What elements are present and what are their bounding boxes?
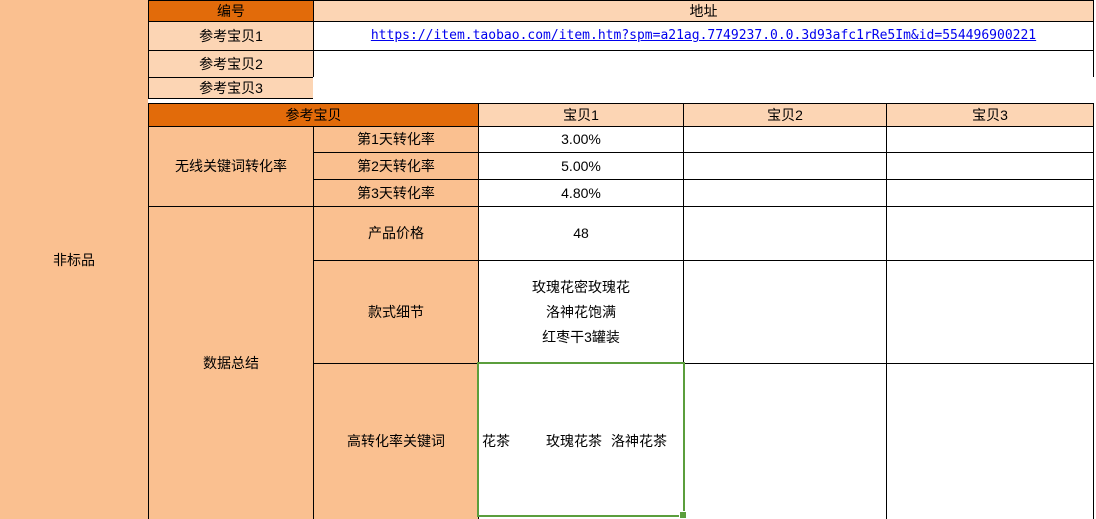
keyword-item2-cell[interactable] [683, 363, 887, 519]
day1-item1-cell[interactable]: 3.00% [478, 126, 684, 153]
selection-fill-handle[interactable] [679, 511, 687, 519]
address-header-cell[interactable]: 地址 [313, 0, 1094, 22]
day3-item2-cell[interactable] [683, 179, 887, 207]
keyword-item3-cell[interactable] [886, 363, 1094, 519]
ref-item3-label-cell[interactable]: 参考宝贝3 [148, 77, 314, 99]
ref-item2-label-cell[interactable]: 参考宝贝2 [148, 50, 314, 78]
item1-header-cell[interactable]: 宝贝1 [478, 103, 684, 127]
ref-header-cell[interactable]: 参考宝贝 [148, 103, 479, 127]
day1-item3-cell[interactable] [886, 126, 1094, 153]
price-item1-cell[interactable]: 48 [478, 206, 684, 261]
style-line-1: 玫瑰花密玫瑰花 [532, 275, 630, 300]
price-item2-cell[interactable] [683, 206, 887, 261]
style-line-3: 红枣干3罐装 [542, 325, 620, 350]
day3-item1-cell[interactable]: 4.80% [478, 179, 684, 207]
price-item3-cell[interactable] [886, 206, 1094, 261]
day3-item3-cell[interactable] [886, 179, 1094, 207]
day1-label-cell[interactable]: 第1天转化率 [313, 126, 479, 153]
wireless-group-cell[interactable]: 无线关键词转化率 [148, 126, 314, 207]
day3-label-cell[interactable]: 第3天转化率 [313, 179, 479, 207]
style-item2-cell[interactable] [683, 260, 887, 364]
keyword-item1-cell[interactable]: 花茶 玫瑰花茶 洛神花茶 [478, 363, 684, 519]
price-label-cell[interactable]: 产品价格 [313, 206, 479, 261]
spreadsheet: 非标品 编号 地址 参考宝贝1 https://item.taobao.com/… [0, 0, 1096, 519]
day2-item2-cell[interactable] [683, 152, 887, 180]
id-header-cell[interactable]: 编号 [148, 0, 314, 22]
day1-item2-cell[interactable] [683, 126, 887, 153]
item3-header-cell[interactable]: 宝贝3 [886, 103, 1094, 127]
style-line-2: 洛神花饱满 [546, 300, 616, 325]
ref-item1-label-cell[interactable]: 参考宝贝1 [148, 21, 314, 51]
taobao-item-link[interactable]: https://item.taobao.com/item.htm?spm=a21… [371, 28, 1036, 44]
style-item3-cell[interactable] [886, 260, 1094, 364]
day2-item3-cell[interactable] [886, 152, 1094, 180]
item2-header-cell[interactable]: 宝贝2 [683, 103, 887, 127]
day2-label-cell[interactable]: 第2天转化率 [313, 152, 479, 180]
ref-item1-address-cell[interactable]: https://item.taobao.com/item.htm?spm=a21… [313, 21, 1094, 51]
ref-item3-address-cell[interactable] [313, 77, 1094, 99]
keyword-3: 洛神花茶 [611, 433, 667, 450]
summary-group-cell[interactable]: 数据总结 [148, 206, 314, 519]
keyword-label-cell[interactable]: 高转化率关键词 [313, 363, 479, 519]
ref-item2-address-cell[interactable] [313, 50, 1094, 78]
day2-item1-cell[interactable]: 5.00% [478, 152, 684, 180]
style-label-cell[interactable]: 款式细节 [313, 260, 479, 364]
category-label: 非标品 [53, 250, 95, 270]
style-item1-cell[interactable]: 玫瑰花密玫瑰花 洛神花饱满 红枣干3罐装 [478, 260, 684, 364]
keyword-2: 玫瑰花茶 [546, 433, 602, 450]
category-cell[interactable]: 非标品 [0, 0, 148, 519]
keyword-1: 花茶 [482, 433, 510, 450]
